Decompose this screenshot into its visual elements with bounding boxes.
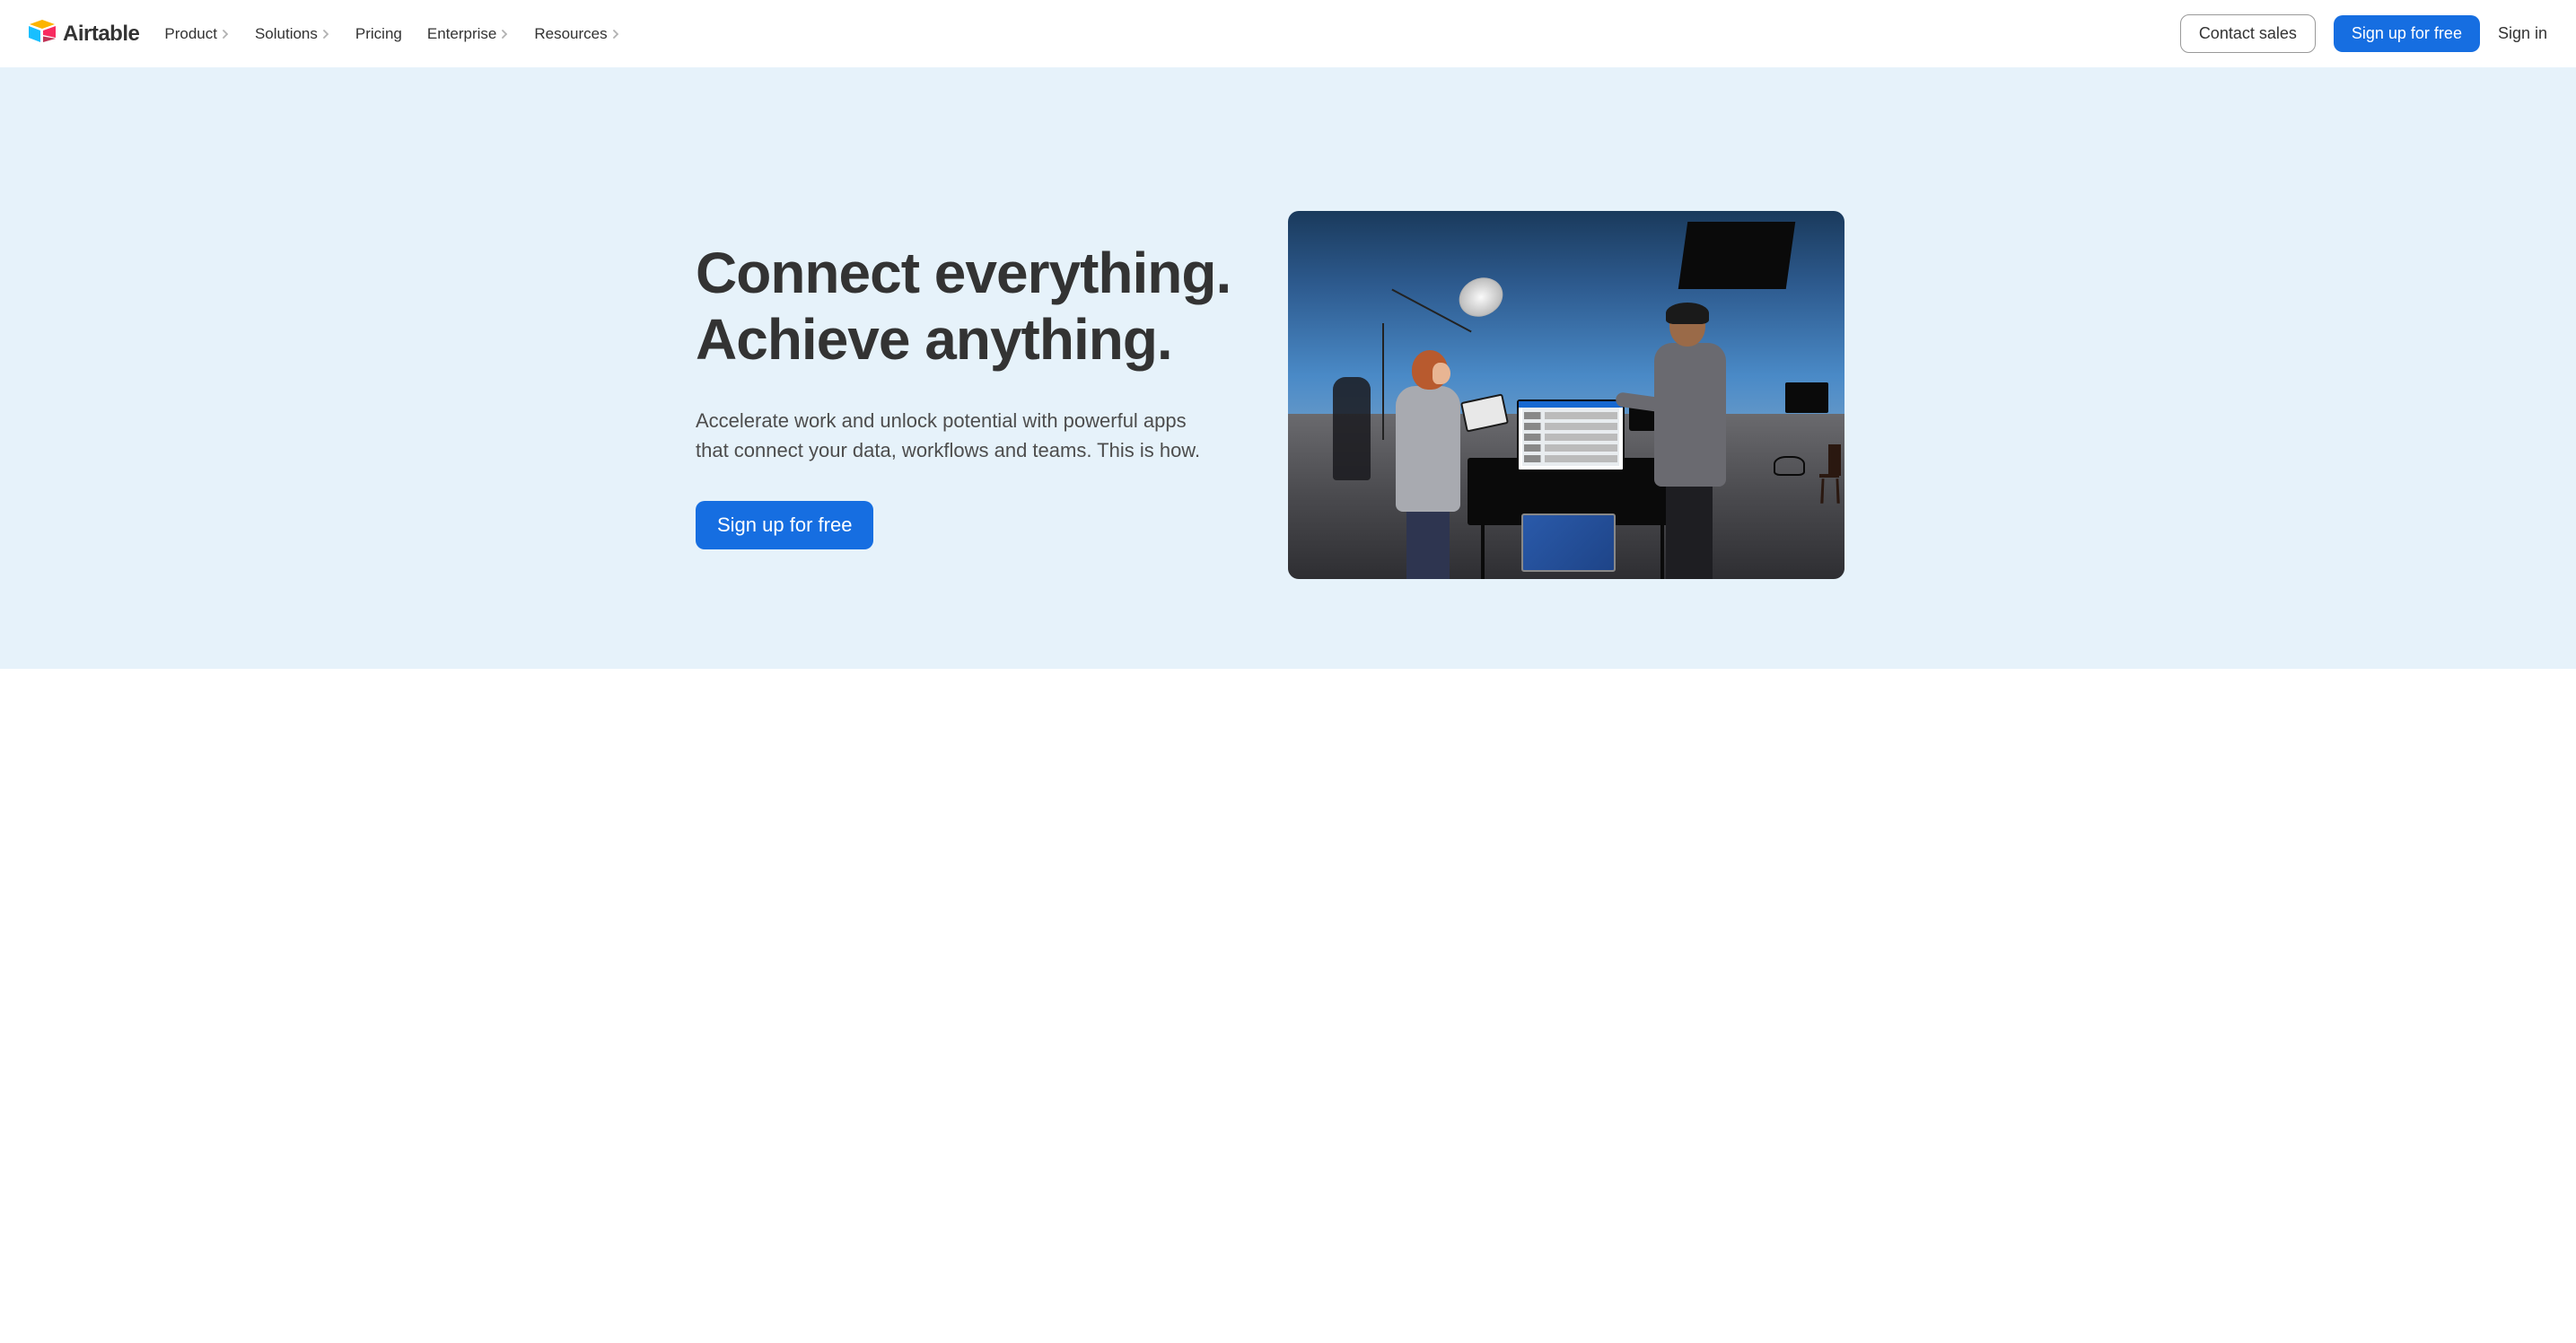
chevron-right-icon [221,30,230,39]
nav-resources[interactable]: Resources [534,25,619,43]
nav-label: Enterprise [427,25,496,43]
nav-label: Solutions [255,25,318,43]
chevron-right-icon [500,30,509,39]
main-nav: Product Solutions Pricing Enterprise Res… [164,25,619,43]
hero-text: Connect everything. Achieve anything. Ac… [696,241,1234,549]
chevron-right-icon [611,30,620,39]
airtable-logo-icon [29,20,56,48]
brand-logo[interactable]: Airtable [29,20,139,48]
nav-solutions[interactable]: Solutions [255,25,330,43]
brand-name: Airtable [63,22,139,47]
hero-container: Connect everything. Achieve anything. Ac… [660,211,1916,579]
hero-title: Connect everything. Achieve anything. [696,241,1234,373]
nav-label: Product [164,25,217,43]
signup-button-hero[interactable]: Sign up for free [696,501,873,549]
nav-label: Pricing [355,25,402,43]
nav-enterprise[interactable]: Enterprise [427,25,509,43]
site-header: Airtable Product Solutions Pricing Enter… [0,0,2576,67]
chevron-right-icon [321,30,330,39]
hero-subtitle: Accelerate work and unlock potential wit… [696,406,1216,465]
contact-sales-button[interactable]: Contact sales [2180,14,2316,53]
nav-label: Resources [534,25,607,43]
header-actions: Contact sales Sign up for free Sign in [2180,14,2547,53]
signup-button-header[interactable]: Sign up for free [2334,15,2480,52]
hero-image [1288,211,1844,579]
nav-product[interactable]: Product [164,25,230,43]
nav-pricing[interactable]: Pricing [355,25,402,43]
hero-section: Connect everything. Achieve anything. Ac… [0,67,2576,669]
sign-in-link[interactable]: Sign in [2498,24,2547,43]
